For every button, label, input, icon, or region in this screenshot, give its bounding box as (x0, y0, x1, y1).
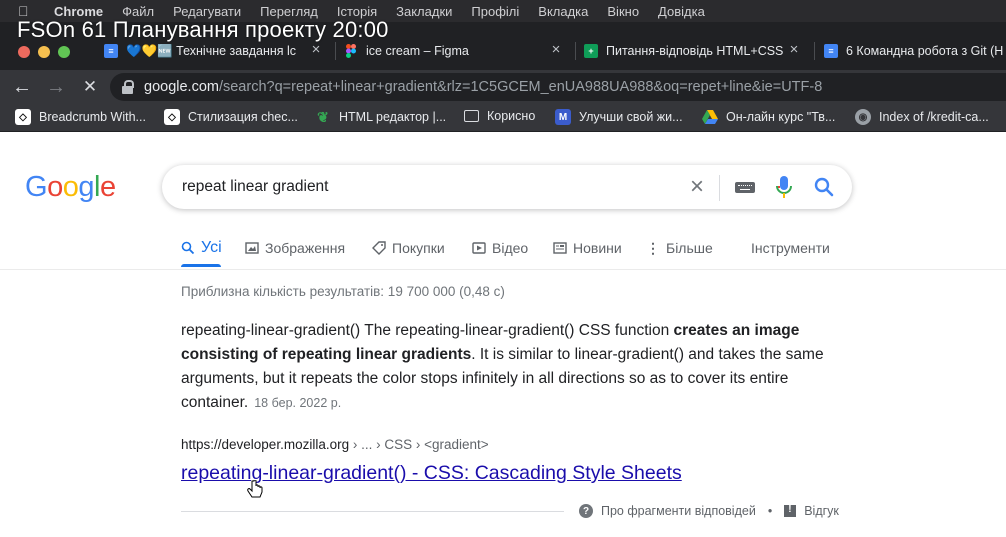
search-input[interactable]: repeat linear gradient (182, 178, 329, 196)
menu-tab[interactable]: Вкладка (538, 4, 588, 19)
feedback-icon[interactable] (784, 504, 797, 517)
bookmark-item[interactable]: Он-лайн курс "Тв... (702, 109, 835, 125)
google-sheets-icon: + (584, 44, 598, 58)
tab-shopping[interactable]: Покупки (372, 237, 445, 259)
tab-title: Питання-відповідь HTML+CSS (606, 44, 784, 58)
tag-icon (372, 241, 386, 255)
back-arrow-icon[interactable]: ← (12, 77, 32, 97)
bookmark-item[interactable]: M Улучши свой жи... (555, 109, 683, 125)
cite-breadcrumb: › ... › CSS › <gradient> (349, 437, 489, 452)
stop-loading-icon[interactable]: ✕ (80, 77, 100, 97)
keyboard-icon[interactable] (735, 182, 755, 193)
tab-title: 6 Командна робота з Git (H (846, 44, 1004, 58)
active-tab-indicator (181, 264, 221, 267)
result-cite[interactable]: https://developer.mozilla.org › ... › CS… (181, 437, 489, 452)
browser-toolbar: ← → ✕ google.com/search?q=repeat+linear+… (0, 70, 1006, 104)
featured-snippet: repeating-linear-gradient() The repeatin… (181, 319, 841, 415)
browser-tab[interactable]: ≡ 6 Командна робота з Git (H (824, 36, 1006, 66)
bookmark-item[interactable]: ◇ Стилизация chec... (164, 109, 298, 125)
help-icon[interactable]: ? (579, 504, 593, 518)
result-stats: Приблизна кількість результатів: 19 700 … (181, 284, 505, 299)
microphone-icon[interactable] (775, 175, 793, 199)
leaf-icon: ❦ (317, 108, 329, 125)
browser-tab[interactable]: + Питання-відповідь HTML+CSS × (584, 36, 808, 66)
image-icon (245, 242, 259, 254)
google-drive-icon (702, 109, 718, 125)
lock-icon[interactable] (122, 80, 134, 94)
separator-dot: • (767, 504, 773, 518)
tab-all[interactable]: Усі (181, 237, 222, 259)
bookmarks-bar: ◇ Breadcrumb With... ◇ Стилизация chec..… (0, 104, 1006, 132)
maximize-window-button[interactable] (58, 46, 70, 58)
google-docs-icon: ≡ (824, 44, 838, 58)
divider (181, 511, 564, 512)
codepen-icon: ◇ (164, 109, 180, 125)
search-icon[interactable] (813, 176, 835, 198)
hand-cursor-icon (247, 480, 263, 498)
bookmark-label: Стилизация chec... (188, 110, 298, 124)
feedback-link[interactable]: Відгук (804, 504, 839, 518)
menu-profiles[interactable]: Профілі (471, 4, 519, 19)
search-divider (719, 175, 720, 201)
menu-bookmarks[interactable]: Закладки (396, 4, 452, 19)
cite-url: https://developer.mozilla.org (181, 437, 350, 452)
m-icon: M (555, 109, 571, 125)
snippet-date: 18 бер. 2022 р. (254, 396, 342, 410)
bookmark-label: HTML редактор |... (339, 110, 447, 124)
search-box[interactable]: repeat linear gradient × (162, 165, 852, 209)
google-docs-icon: ≡ (104, 44, 118, 58)
folder-icon (464, 110, 479, 122)
clear-icon[interactable]: × (686, 175, 708, 199)
more-vert-icon: ⋮ (646, 239, 660, 256)
video-overlay-title: FSOn 61 Планування проекту 20:00 (17, 17, 389, 42)
menu-help[interactable]: Довідка (658, 4, 705, 19)
close-tab-icon[interactable]: × (308, 42, 324, 58)
apple-icon[interactable]:  (18, 4, 32, 18)
play-icon (472, 242, 486, 254)
snippet-text: repeating-linear-gradient() The repeatin… (181, 322, 674, 339)
tab-videos[interactable]: Відео (472, 237, 528, 259)
divider (0, 269, 1006, 270)
url-text[interactable]: google.com/search?q=repeat+linear+gradie… (144, 79, 822, 95)
tab-news[interactable]: Новини (553, 237, 622, 259)
bookmark-label: Index of /kredit-ca... (879, 110, 989, 124)
minimize-window-button[interactable] (38, 46, 50, 58)
bookmark-label: Breadcrumb With... (39, 110, 146, 124)
codepen-icon: ◇ (15, 109, 31, 125)
address-bar[interactable]: google.com/search?q=repeat+linear+gradie… (110, 73, 1006, 101)
window-controls (18, 46, 70, 58)
menu-window[interactable]: Вікно (607, 4, 639, 19)
google-logo[interactable]: Google (25, 171, 116, 204)
google-results-page: Google repeat linear gradient × Усі Зобр… (0, 133, 1006, 537)
bookmark-item[interactable]: ◉ Index of /kredit-ca... (855, 109, 989, 125)
tab-title: 💙💛🆕 Технічне завдання lc (126, 43, 297, 58)
bookmark-label: Он-лайн курс "Тв... (726, 110, 836, 124)
tab-images[interactable]: Зображення (245, 237, 345, 259)
tab-title: ice cream – Figma (366, 44, 469, 58)
snippet-footer: ? Про фрагменти відповідей • Відгук (579, 504, 839, 518)
bookmark-item[interactable]: ◇ Breadcrumb With... (15, 109, 146, 125)
bookmark-item[interactable]: Корисно (464, 109, 535, 123)
close-window-button[interactable] (18, 46, 30, 58)
figma-icon (344, 44, 358, 58)
news-icon (553, 242, 567, 254)
bookmark-label: Корисно (487, 109, 536, 123)
screen:  Chrome Файл Редагувати Перегляд Історі… (0, 0, 1006, 537)
about-snippets-link[interactable]: Про фрагменти відповідей (601, 504, 756, 518)
close-tab-icon[interactable]: × (786, 42, 802, 58)
close-tab-icon[interactable]: × (548, 42, 564, 58)
tab-more[interactable]: ⋮ Більше (646, 237, 713, 259)
search-icon (181, 241, 195, 255)
bookmark-label: Улучши свой жи... (579, 110, 683, 124)
bookmark-item[interactable]: ❦ HTML редактор |... (315, 109, 446, 125)
globe-icon: ◉ (855, 109, 871, 125)
forward-arrow-icon[interactable]: → (46, 77, 66, 97)
tab-tools[interactable]: Інструменти (751, 237, 830, 259)
